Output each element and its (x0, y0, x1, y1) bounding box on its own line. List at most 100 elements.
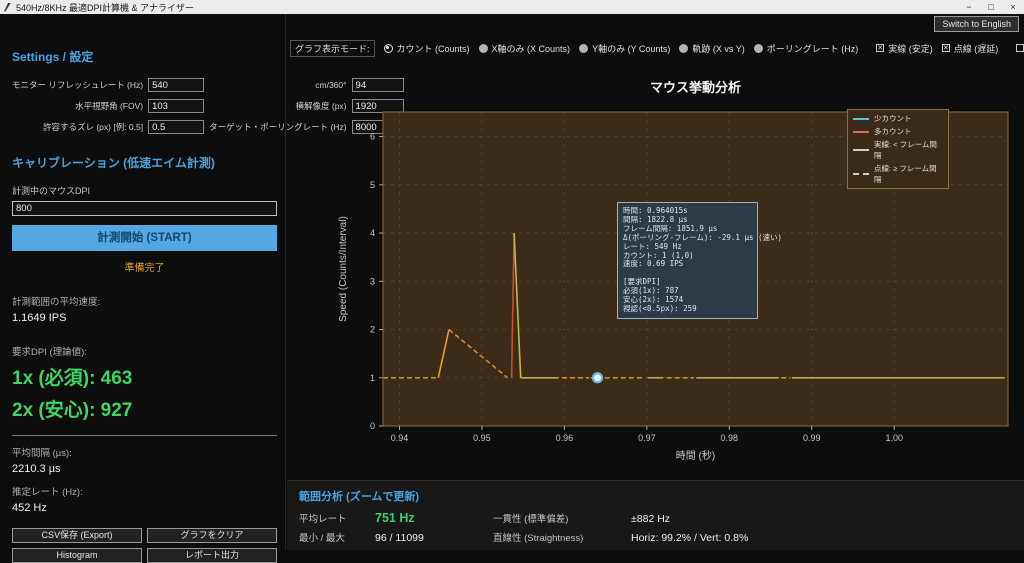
svg-text:0.98: 0.98 (721, 433, 739, 443)
tooltip-line: 視認(<0.5px): 259 (623, 305, 752, 314)
dpi-2x-value: 2x (安心): 927 (12, 395, 277, 422)
svg-text:2: 2 (370, 325, 375, 335)
range-analysis-panel: 範囲分析 (ズームで更新) 平均レート 751 Hz 一貫性 (標準偏差) ±8… (287, 480, 1024, 550)
avg-interval-value: 2210.3 µs (12, 463, 277, 475)
straightness-label: 直線性 (Straightness) (493, 530, 621, 544)
csv-export-button[interactable]: CSV保存 (Export) (12, 528, 142, 543)
tolerance-label: 許容するズレ (px) [例: 0.5] (12, 121, 143, 133)
checkbox-smoothing[interactable]: 平滑化 (Monitor Hz) (1016, 42, 1024, 55)
svg-text:4: 4 (370, 228, 375, 238)
avg-rate-value: 751 Hz (375, 511, 483, 525)
maximize-button[interactable]: □ (980, 2, 1002, 12)
radio-label: ポーリングレート (Hz) (767, 42, 859, 55)
settings-header: Settings / 設定 (12, 48, 277, 65)
graph-mode-label: グラフ表示モード: (290, 40, 375, 57)
avg-speed-label: 計測範囲の平均速度: (12, 294, 277, 308)
legend-line-solid (853, 149, 869, 151)
checkbox-unchecked-icon (1016, 44, 1024, 52)
checkbox-label: 実線 (安定) (888, 42, 933, 55)
legend-label: 少カウント (874, 113, 912, 124)
minmax-value: 96 / 11099 (375, 532, 483, 544)
legend-item: 実線: < フレーム間隔 (853, 139, 943, 161)
legend-item: 点線: ≥ フレーム間隔 (853, 163, 943, 185)
radio-label: 軌跡 (X vs Y) (692, 42, 744, 55)
minimize-button[interactable]: − (958, 2, 980, 12)
settings-form: モニター リフレッシュレート (Hz) cm/360° 水平視野角 (FOV) … (12, 78, 277, 134)
mouse-dpi-input[interactable] (12, 201, 277, 216)
radio-icon (754, 44, 763, 53)
legend-item: 多カウント (853, 126, 943, 137)
legend-item: 少カウント (853, 113, 943, 124)
radio-y-counts[interactable]: Y軸のみ (Y Counts) (579, 42, 670, 55)
consistency-label: 一貫性 (標準偏差) (493, 511, 621, 525)
switch-to-english-button[interactable]: Switch to English (934, 16, 1019, 32)
radio-icon (679, 44, 688, 53)
radio-x-counts[interactable]: X軸のみ (X Counts) (479, 42, 571, 55)
fov-input[interactable] (148, 99, 204, 113)
start-measure-button[interactable]: 計測開始 (START) (12, 225, 277, 251)
window-title: 540Hz/8KHz 最適DPI計算機 & アナライザー (16, 1, 194, 14)
histogram-button[interactable]: Histogram (12, 548, 142, 563)
minmax-label: 最小 / 最大 (299, 530, 365, 544)
dpi-1x-value: 1x (必須): 463 (12, 363, 277, 390)
app-icon (4, 3, 11, 12)
report-button[interactable]: レポート出力 (147, 548, 277, 563)
chart-legend: 少カウント 多カウント 実線: < フレーム間隔 点線: ≥ フレーム間隔 (847, 109, 949, 189)
svg-text:0.97: 0.97 (638, 433, 656, 443)
tolerance-input[interactable] (148, 120, 204, 134)
checkbox-solid-line[interactable]: ✕ 実線 (安定) (876, 42, 933, 55)
legend-label: 点線: ≥ フレーム間隔 (874, 163, 943, 185)
checkbox-checked-icon: ✕ (876, 44, 884, 52)
chart-area: 0.94 0.95 0.96 0.97 0.98 0.99 1.00 0 1 2 3 4 5 6 マウス挙動… (287, 58, 1024, 480)
svg-text:0.94: 0.94 (391, 433, 409, 443)
calibration-header: キャリブレーション (低速エイム計測) (12, 154, 277, 171)
est-rate-label: 推定レート (Hz): (12, 484, 277, 498)
clear-graph-button[interactable]: グラフをクリア (147, 528, 277, 543)
svg-text:Speed (Counts/Interval): Speed (Counts/Interval) (338, 216, 349, 322)
close-button[interactable]: × (1002, 2, 1024, 12)
straightness-value: Horiz: 99.2% / Vert: 0.8% (631, 532, 1012, 544)
avg-interval-label: 平均間隔 (µs): (12, 445, 277, 459)
checkbox-checked-icon: ✕ (942, 44, 950, 52)
legend-label: 実線: < フレーム間隔 (874, 139, 943, 161)
legend-line-dashed (853, 173, 869, 175)
svg-text:マウス挙動分析: マウス挙動分析 (650, 80, 741, 95)
radio-icon (579, 44, 588, 53)
graph-mode-toolbar: グラフ表示モード: カウント (Counts) X軸のみ (X Counts) … (290, 40, 1020, 56)
consistency-value: ±882 Hz (631, 513, 1012, 525)
sidebar-divider (12, 435, 277, 436)
required-dpi-label: 要求DPI (理論値): (12, 344, 277, 358)
range-analysis-header: 範囲分析 (ズームで更新) (299, 488, 1012, 504)
svg-text:0.96: 0.96 (556, 433, 574, 443)
window-titlebar: 540Hz/8KHz 最適DPI計算機 & アナライザー − □ × (0, 0, 1024, 14)
refresh-rate-label: モニター リフレッシュレート (Hz) (12, 79, 143, 91)
avg-speed-value: 1.1649 IPS (12, 312, 277, 324)
legend-label: 多カウント (874, 126, 912, 137)
tooltip-line: 速度: 0.69 IPS (623, 260, 752, 269)
radio-trajectory[interactable]: 軌跡 (X vs Y) (679, 42, 744, 55)
mouse-dpi-label: 計測中のマウスDPI (12, 184, 277, 197)
svg-text:6: 6 (370, 132, 375, 142)
svg-text:1.00: 1.00 (885, 433, 903, 443)
radio-polling-rate[interactable]: ポーリングレート (Hz) (754, 42, 859, 55)
svg-text:1: 1 (370, 373, 375, 383)
svg-text:0.99: 0.99 (803, 433, 821, 443)
avg-rate-label: 平均レート (299, 511, 365, 525)
radio-selected-icon (384, 44, 393, 53)
checkbox-dotted-line[interactable]: ✕ 点線 (遅延) (942, 42, 999, 55)
svg-text:時間 (秒): 時間 (秒) (676, 449, 715, 462)
fov-label: 水平視野角 (FOV) (12, 100, 143, 112)
radio-label: X軸のみ (X Counts) (492, 42, 571, 55)
radio-icon (479, 44, 488, 53)
sidebar-buttons: CSV保存 (Export) グラフをクリア Histogram レポート出力 (12, 528, 277, 563)
svg-text:3: 3 (370, 276, 375, 286)
legend-line-cyan (853, 118, 869, 120)
datapoint-tooltip: 時間: 0.964015s 間隔: 1822.8 µs フレーム間隔: 1851… (617, 202, 758, 319)
svg-text:5: 5 (370, 180, 375, 190)
svg-text:0.95: 0.95 (473, 433, 491, 443)
refresh-rate-input[interactable] (148, 78, 204, 92)
radio-label: Y軸のみ (Y Counts) (592, 42, 670, 55)
radio-counts[interactable]: カウント (Counts) (384, 42, 470, 55)
radio-label: カウント (Counts) (397, 42, 470, 55)
svg-text:0: 0 (370, 421, 375, 431)
